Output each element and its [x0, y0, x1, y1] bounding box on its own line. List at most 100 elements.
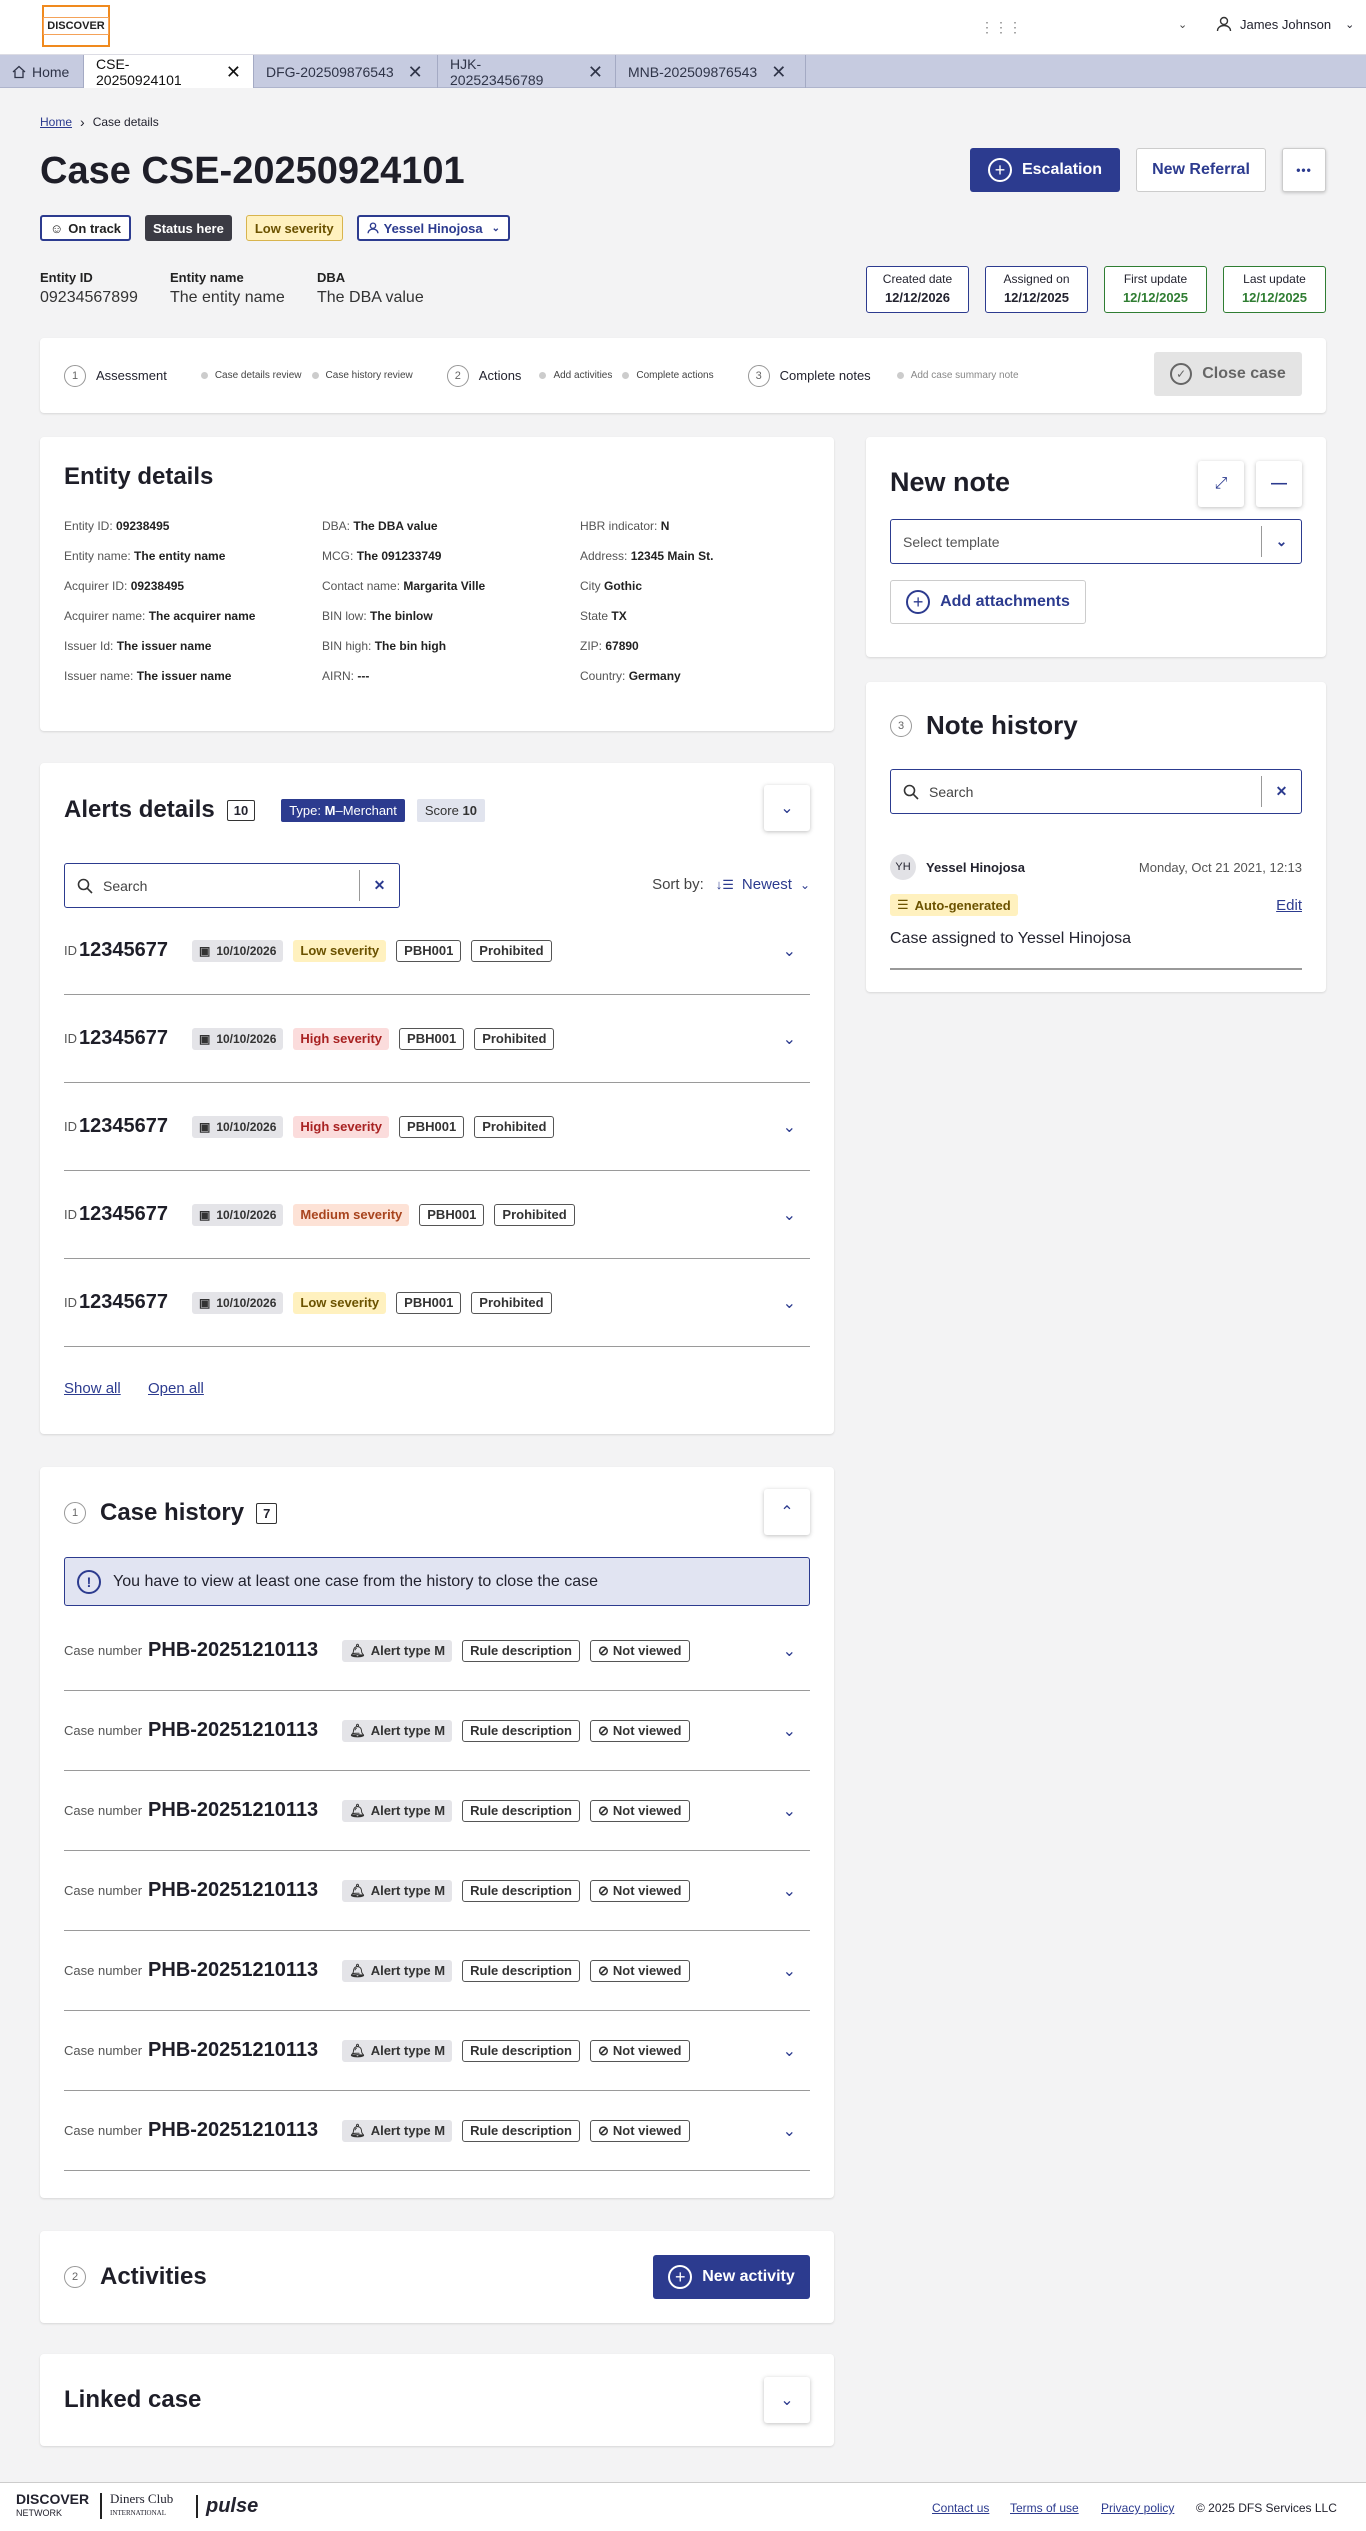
alert-row[interactable]: ID 12345677 ▣ 10/10/2026 Low severity PBH001 P…	[64, 907, 810, 995]
chevron-down-icon[interactable]: ⌄	[783, 1801, 796, 1821]
close-tab-icon[interactable]: ✕	[408, 63, 423, 81]
minimize-note-button[interactable]: —	[1256, 461, 1302, 507]
substep: Complete actions	[622, 370, 714, 381]
close-tab-icon[interactable]: ✕	[226, 63, 241, 81]
activities-title: Activities	[100, 2263, 207, 2290]
chevron-down-icon[interactable]: ⌄	[783, 1293, 796, 1313]
chevron-down-icon[interactable]: ⌄	[783, 1117, 796, 1137]
case-history-row[interactable]: Case number PHB-20251210113 🔔︎ Alert type M…	[64, 1851, 810, 1931]
user-menu[interactable]: James Johnson ⌄	[1216, 16, 1354, 32]
section-number: 3	[890, 714, 912, 737]
alerts-title: Alerts details	[64, 796, 215, 823]
clear-search-icon[interactable]: ✕	[359, 870, 399, 901]
chevron-down-icon[interactable]: ⌄	[783, 1961, 796, 1981]
entity-field: City Gothic	[580, 579, 643, 593]
plus-circle-icon: +	[987, 158, 1012, 182]
case-history-row[interactable]: Case number PHB-20251210113 🔔︎ Alert type M…	[64, 1771, 810, 1851]
expand-note-button[interactable]: ⤢	[1198, 461, 1244, 507]
alert-type-chip: 🔔︎ Alert type M	[342, 2119, 453, 2142]
open-all-link[interactable]: Open all	[148, 1380, 204, 1397]
chevron-down-icon[interactable]: ⌄	[1178, 18, 1187, 31]
entity-id-meta: Entity ID 09234567899	[40, 270, 138, 306]
assignee-dropdown[interactable]: Yessel Hinojosa ⌄	[356, 215, 510, 241]
breadcrumb: Home › Case details	[40, 114, 159, 130]
case-history-collapse-button[interactable]: ⌃	[764, 1489, 810, 1535]
alert-row[interactable]: ID 12345677 ▣ 10/10/2026 Low severity PBH001 P…	[64, 1259, 810, 1347]
case-history-row[interactable]: Case number PHB-20251210113 🔔︎ Alert type M…	[64, 1691, 810, 1771]
entity-field: Issuer name: The issuer name	[64, 669, 232, 683]
chevron-down-icon[interactable]: ⌄	[783, 2121, 796, 2141]
chevron-down-icon[interactable]: ⌄	[783, 941, 796, 961]
chevron-down-icon[interactable]: ⌄	[783, 1721, 796, 1741]
severity-badge: Low severity	[245, 215, 343, 241]
entity-field: BIN low: The binlow	[322, 609, 433, 623]
alert-row[interactable]: ID 12345677 ▣ 10/10/2026 High severity PBH001…	[64, 1083, 810, 1171]
tab-case-hjk[interactable]: HJK-202523456789 ✕	[438, 55, 616, 88]
discover-logo[interactable]: DISCOVER	[42, 5, 110, 47]
chevron-down-icon[interactable]: ⌄	[783, 1881, 796, 1901]
apps-grid-icon[interactable]: ⋮⋮⋮	[980, 19, 1022, 36]
substep: Add activities	[539, 370, 612, 381]
show-all-link[interactable]: Show all	[64, 1380, 121, 1397]
alert-id-label: ID	[64, 1207, 77, 1222]
viewed-chip: ⊘ Not viewed	[589, 1639, 690, 1662]
tab-case-mnb[interactable]: MNB-202509876543 ✕	[616, 55, 806, 88]
linked-case-expand-button[interactable]: ⌄	[764, 2377, 810, 2423]
status-badges: ☺ On track Status here Low severity Yesse…	[40, 215, 510, 241]
alert-id: 12345677	[79, 1115, 168, 1137]
linked-case-card: Linked case ⌄	[40, 2354, 834, 2446]
calendar-icon: ▣	[198, 1295, 211, 1310]
add-attachments-button[interactable]: + Add attachments	[890, 580, 1086, 624]
more-options-button[interactable]: •••	[1282, 148, 1326, 192]
chevron-down-icon: ⌄	[1261, 526, 1301, 557]
alert-row[interactable]: ID 12345677 ▣ 10/10/2026 Medium severity PBH0…	[64, 1171, 810, 1259]
case-number: PHB-20251210113	[148, 1639, 319, 1661]
entity-field: DBA: The DBA value	[322, 519, 438, 533]
case-progress-steps: 1 Assessment Case details review Case his…	[40, 338, 1326, 413]
sort-control[interactable]: Sort by: ↓☰ Newest ⌄	[652, 876, 810, 893]
bell-icon: 🔔︎	[349, 2122, 366, 2138]
tab-case-dfg[interactable]: DFG-202509876543 ✕	[254, 55, 438, 88]
case-history-row[interactable]: Case number PHB-20251210113 🔔︎ Alert type M…	[64, 2091, 810, 2171]
contact-link[interactable]: Contact us	[932, 2501, 989, 2515]
close-tab-icon[interactable]: ✕	[588, 63, 603, 81]
case-number: PHB-20251210113	[148, 1959, 319, 1981]
entity-field: State TX	[580, 609, 627, 623]
chevron-down-icon[interactable]: ⌄	[783, 2041, 796, 2061]
chevron-down-icon[interactable]: ⌄	[783, 1029, 796, 1049]
chevron-down-icon: ⌄	[491, 222, 500, 234]
info-icon: !	[77, 1569, 101, 1594]
privacy-link[interactable]: Privacy policy	[1101, 2501, 1174, 2515]
note-entry: YH Yessel Hinojosa Monday, Oct 21 2021, …	[890, 854, 1302, 970]
case-history-row[interactable]: Case number PHB-20251210113 🔔︎ Alert type M…	[64, 2011, 810, 2091]
template-select[interactable]: Select template ⌄	[890, 519, 1302, 564]
breadcrumb-home-link[interactable]: Home	[40, 115, 72, 129]
tab-case-cse[interactable]: CSE-20250924101 ✕	[84, 55, 254, 88]
terms-link[interactable]: Terms of use	[1010, 2501, 1079, 2515]
discover-network-logo: DISCOVER NETWORK	[16, 2491, 90, 2518]
note-history-title: Note history	[926, 710, 1078, 740]
chevron-down-icon[interactable]: ⌄	[783, 1641, 796, 1661]
alerts-expand-button[interactable]: ⌄	[764, 785, 810, 831]
step-number: 2	[446, 364, 469, 387]
new-activity-button[interactable]: + New activity	[653, 2255, 810, 2299]
case-number-label: Case number	[64, 1883, 143, 1898]
note-author: Yessel Hinojosa	[926, 859, 1025, 875]
alerts-search-input[interactable]: Search ✕	[64, 863, 400, 908]
edit-note-link[interactable]: Edit	[1276, 897, 1302, 914]
new-referral-button[interactable]: New Referral	[1136, 148, 1266, 192]
note-search-input[interactable]: Search ✕	[890, 769, 1302, 814]
clear-search-icon[interactable]: ✕	[1261, 776, 1301, 807]
alert-row[interactable]: ID 12345677 ▣ 10/10/2026 High severity PBH001…	[64, 995, 810, 1083]
viewed-chip: ⊘ Not viewed	[589, 1879, 690, 1902]
tab-home[interactable]: Home	[0, 55, 84, 88]
close-case-button[interactable]: ✓ Close case	[1154, 352, 1302, 396]
escalation-button[interactable]: + Escalation	[970, 148, 1120, 192]
chevron-down-icon[interactable]: ⌄	[783, 1205, 796, 1225]
alert-type-chip: 🔔︎ Alert type M	[342, 1639, 453, 1662]
case-history-row[interactable]: Case number PHB-20251210113 🔔︎ Alert type M…	[64, 1931, 810, 2011]
step-number: 3	[747, 364, 770, 387]
case-number: PHB-20251210113	[148, 2039, 319, 2061]
close-tab-icon[interactable]: ✕	[771, 63, 786, 81]
case-history-row[interactable]: Case number PHB-20251210113 🔔︎ Alert type M…	[64, 1611, 810, 1691]
